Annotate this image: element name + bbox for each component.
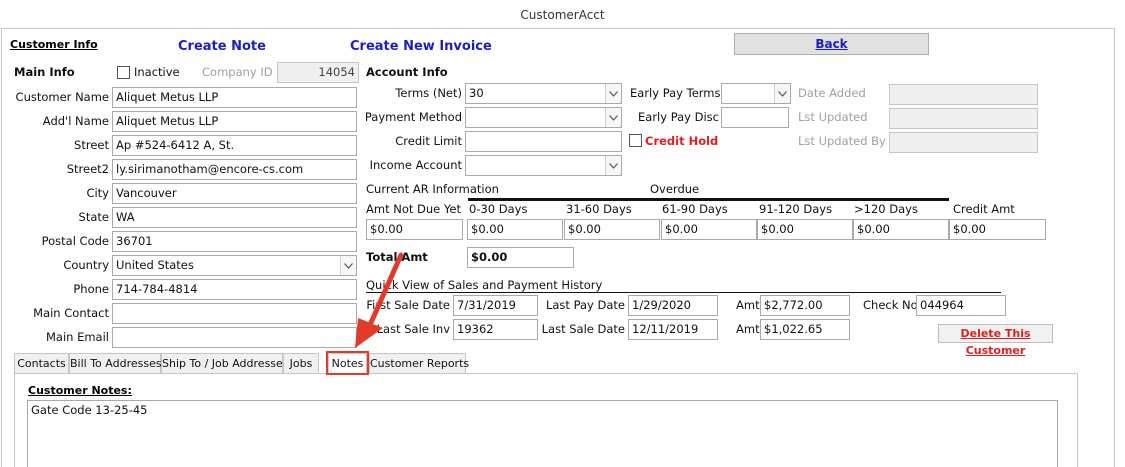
ar-value-field[interactable]: $0.00	[853, 219, 949, 240]
ar-col-header: 31-60 Days	[566, 202, 632, 216]
main-email-label: Main Email	[45, 330, 109, 344]
ar-value-field[interactable]: $0.00	[949, 219, 1046, 240]
ar-col-header: Amt Not Due Yet	[366, 202, 461, 216]
income-account-select[interactable]	[465, 155, 622, 176]
ar-col-header: 91-120 Days	[759, 202, 833, 216]
inactive-checkbox[interactable]	[117, 66, 130, 79]
window-title: CustomerAcct	[0, 0, 1125, 28]
pointer-arrow-icon	[355, 252, 404, 348]
main-email-field[interactable]	[112, 327, 357, 348]
quick-view-rule	[366, 292, 1001, 293]
early-pay-terms-label: Early Pay Terms	[630, 86, 721, 100]
income-account-label: Income Account	[369, 158, 462, 172]
ar-col-header: 0-30 Days	[469, 202, 528, 216]
street2-label: Street2	[66, 162, 109, 176]
pay-amt-label: Amt	[736, 298, 760, 312]
chevron-down-icon[interactable]	[605, 156, 621, 175]
chevron-down-icon[interactable]	[605, 84, 621, 103]
terms-label: Terms (Net)	[395, 86, 462, 100]
credit-limit-field[interactable]	[465, 131, 622, 152]
country-select[interactable]: United States	[112, 255, 357, 276]
payment-method-select[interactable]	[465, 107, 622, 128]
ar-heading: Current AR Information	[366, 182, 499, 196]
date-added-label: Date Added	[798, 86, 866, 100]
date-added-field	[889, 84, 1038, 105]
phone-field[interactable]: 714-784-4814	[112, 279, 357, 300]
credit-limit-label: Credit Limit	[395, 134, 462, 148]
lst-updated-by-field	[889, 132, 1038, 153]
tab-bill-to-addresses[interactable]: Bill To Addresses	[69, 353, 162, 374]
country-value: United States	[116, 258, 194, 272]
customer-notes-textarea[interactable]: Gate Code 13-25-45	[27, 400, 1058, 467]
early-pay-disc-label: Early Pay Disc	[638, 110, 719, 124]
postal-code-field[interactable]: 36701	[112, 231, 357, 252]
street2-field[interactable]: ly.sirimanotham@encore-cs.com	[112, 159, 357, 180]
phone-label: Phone	[73, 282, 109, 296]
create-note-link[interactable]: Create Note	[178, 39, 266, 54]
postal-code-label: Postal Code	[41, 234, 109, 248]
payment-method-label: Payment Method	[364, 110, 462, 124]
last-sale-date-label: Last Sale Date	[541, 322, 625, 336]
lst-updated-label: Lst Updated	[798, 110, 868, 124]
customer-info-link[interactable]: Customer Info	[10, 38, 98, 51]
credit-hold-checkbox[interactable]	[629, 134, 642, 147]
street-field[interactable]: Ap #524-6412 A, St.	[112, 135, 357, 156]
main-contact-label: Main Contact	[33, 306, 109, 320]
ar-col-header: >120 Days	[854, 202, 918, 216]
tab-jobs[interactable]: Jobs	[283, 353, 319, 374]
customer-notes-heading: Customer Notes:	[28, 384, 132, 397]
early-pay-terms-select[interactable]	[721, 83, 791, 104]
sale-amt-label: Amt	[736, 322, 760, 336]
early-pay-disc-field[interactable]	[721, 107, 789, 128]
last-pay-date-field[interactable]: 1/29/2020	[628, 295, 718, 316]
company-id-field: 14054	[277, 62, 359, 83]
last-pay-date-label: Last Pay Date	[545, 298, 625, 312]
last-sale-date-field[interactable]: 12/11/2019	[628, 319, 718, 340]
city-label: City	[86, 186, 109, 200]
inactive-label: Inactive	[134, 65, 180, 79]
tab-contacts[interactable]: Contacts	[14, 353, 69, 374]
customer-name-field[interactable]: Aliquet Metus LLP	[112, 87, 357, 108]
ar-value-field[interactable]: $0.00	[757, 219, 853, 240]
overdue-label: Overdue	[650, 182, 700, 196]
delete-customer-button[interactable]: Delete This Customer	[938, 324, 1053, 357]
street-label: Street	[74, 138, 109, 152]
main-info-heading: Main Info	[14, 65, 75, 79]
check-no-label: Check No	[863, 298, 918, 312]
company-id-label: Company ID	[202, 65, 273, 79]
lst-updated-field	[889, 108, 1038, 129]
country-label: Country	[63, 258, 109, 272]
main-contact-field[interactable]	[112, 303, 357, 324]
ar-value-field[interactable]: $0.00	[467, 219, 563, 240]
ar-col-header: Credit Amt	[953, 202, 1015, 216]
overdue-rule	[468, 198, 949, 201]
window-edge	[1116, 0, 1125, 467]
ar-value-field[interactable]: $0.00	[661, 219, 757, 240]
pay-amt-field[interactable]: $2,772.00	[760, 295, 850, 316]
ar-value-field[interactable]: $0.00	[564, 219, 660, 240]
back-button[interactable]: Back	[734, 33, 929, 55]
terms-value: 30	[469, 86, 484, 100]
last-sale-inv-field[interactable]: 19362	[453, 319, 538, 340]
ar-value-field[interactable]: $0.00	[366, 219, 463, 240]
credit-hold-label: Credit Hold	[645, 134, 719, 148]
check-no-field[interactable]: 044964	[916, 295, 1006, 316]
sale-amt-field[interactable]: $1,022.65	[760, 319, 850, 340]
ar-col-header: 61-90 Days	[662, 202, 728, 216]
addl-name-field[interactable]: Aliquet Metus LLP	[112, 111, 357, 132]
terms-select[interactable]: 30	[465, 83, 622, 104]
total-amt-field: $0.00	[467, 247, 574, 268]
chevron-down-icon[interactable]	[605, 108, 621, 127]
state-field[interactable]: WA	[112, 207, 357, 228]
customer-name-label: Customer Name	[15, 90, 109, 104]
addl-name-label: Add'l Name	[42, 114, 109, 128]
city-field[interactable]: Vancouver	[112, 183, 357, 204]
chevron-down-icon[interactable]	[774, 84, 790, 103]
lst-updated-by-label: Lst Updated By	[798, 134, 886, 148]
state-label: State	[78, 210, 109, 224]
create-invoice-link[interactable]: Create New Invoice	[350, 39, 492, 54]
first-sale-date-field[interactable]: 7/31/2019	[453, 295, 538, 316]
tab-ship-to-job-addresses[interactable]: Ship To / Job Addresses	[161, 353, 289, 374]
account-info-heading: Account Info	[366, 65, 448, 79]
